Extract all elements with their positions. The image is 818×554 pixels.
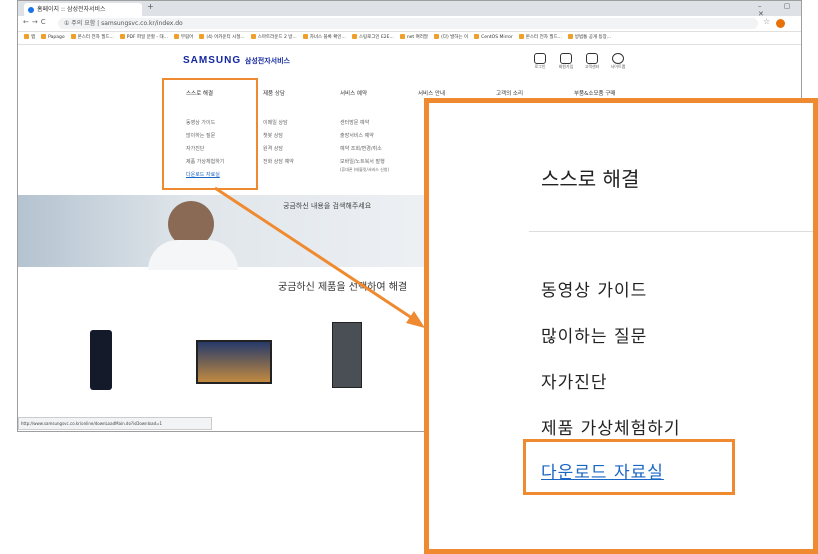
zoom-faq[interactable]: 많이하는 질문: [541, 322, 647, 347]
zoom-callout: 스스로 해결 동영상 가이드 많이하는 질문 자가진단 제품 가상체험하기 다운…: [424, 98, 818, 554]
zoom-divider: [529, 231, 813, 232]
download-highlight: [523, 439, 735, 495]
zoom-heading: 스스로 해결: [541, 167, 640, 191]
zoom-self-diagnosis[interactable]: 자가진단: [541, 368, 608, 393]
zoom-virtual-experience[interactable]: 제품 가상체험하기: [541, 414, 681, 439]
zoom-video-guide[interactable]: 동영상 가이드: [541, 276, 647, 301]
